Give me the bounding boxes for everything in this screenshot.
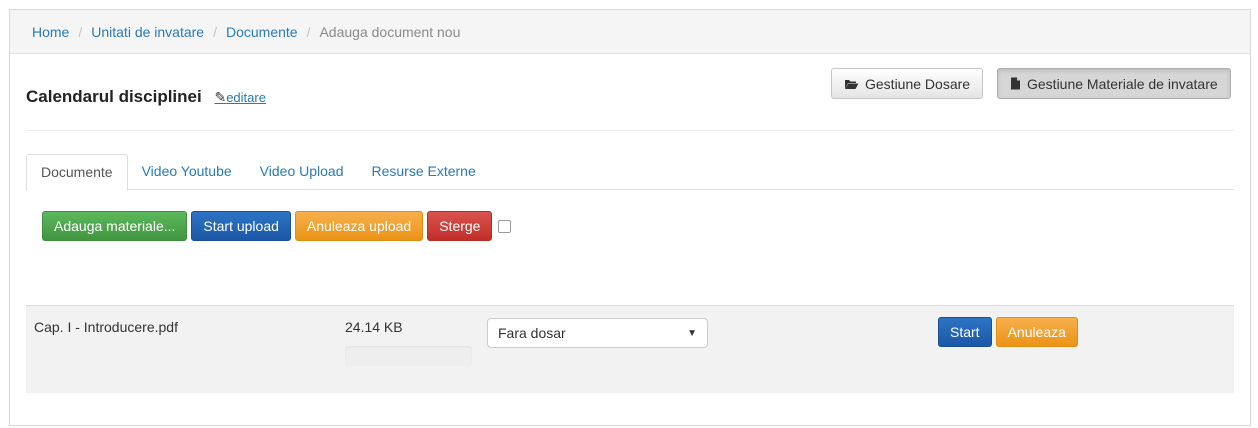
- delete-button[interactable]: Sterge: [427, 211, 493, 241]
- breadcrumb-current: Adauga document nou: [319, 23, 461, 40]
- tab-bar: Documente Video Youtube Video Upload Res…: [26, 154, 1234, 191]
- breadcrumb: Home / Unitati de invatare / Documente /…: [10, 10, 1250, 54]
- tab-video-upload[interactable]: Video Upload: [246, 154, 358, 190]
- divider: [26, 130, 1234, 131]
- pencil-square-icon: ✎: [214, 89, 227, 105]
- folder-select[interactable]: Fara dosar ▼: [487, 318, 708, 348]
- page-title: Calendarul disciplinei ✎editare: [26, 87, 266, 107]
- page-title-text: Calendarul disciplinei: [26, 87, 202, 106]
- breadcrumb-separator: /: [213, 23, 217, 40]
- gestiune-materiale-label: Gestiune Materiale de invatare: [1027, 75, 1218, 92]
- select-all-checkbox[interactable]: [498, 219, 512, 233]
- edit-link-label: editare: [226, 90, 266, 105]
- upload-toolbar: Adauga materiale... Start upload Anuleaz…: [42, 211, 512, 241]
- tab-resurse-externe[interactable]: Resurse Externe: [357, 154, 489, 190]
- tab-documente[interactable]: Documente: [26, 154, 128, 191]
- gestiune-materiale-button[interactable]: Gestiune Materiale de invatare: [997, 68, 1231, 99]
- tab-video-youtube[interactable]: Video Youtube: [128, 154, 246, 190]
- breadcrumb-separator: /: [78, 23, 83, 40]
- main-panel: Home / Unitati de invatare / Documente /…: [9, 9, 1251, 426]
- folder-open-icon: [845, 79, 859, 89]
- edit-link[interactable]: ✎editare: [214, 89, 266, 105]
- file-start-button[interactable]: Start: [938, 317, 992, 347]
- start-upload-button[interactable]: Start upload: [191, 211, 291, 241]
- file-row-actions: Start Anuleaza: [938, 317, 1078, 347]
- breadcrumb-separator: /: [306, 23, 311, 40]
- file-row: Cap. I - Introducere.pdf 24.14 KB Fara d…: [26, 305, 1234, 393]
- gestiune-dosare-button[interactable]: Gestiune Dosare: [831, 68, 984, 99]
- cancel-upload-button[interactable]: Anuleaza upload: [294, 211, 424, 241]
- page-header: Calendarul disciplinei ✎editare Gestiune…: [10, 54, 1250, 130]
- upload-progress: [345, 346, 472, 366]
- folder-select-value: Fara dosar: [498, 325, 566, 341]
- breadcrumb-unitati[interactable]: Unitati de invatare: [91, 24, 204, 40]
- file-size: 24.14 KB: [345, 319, 403, 335]
- breadcrumb-home[interactable]: Home: [32, 24, 69, 40]
- file-cancel-button[interactable]: Anuleaza: [995, 317, 1078, 347]
- gestiune-dosare-label: Gestiune Dosare: [865, 75, 971, 92]
- breadcrumb-documente[interactable]: Documente: [226, 24, 298, 40]
- file-icon: [1011, 77, 1020, 90]
- add-materials-button[interactable]: Adauga materiale...: [42, 211, 188, 241]
- file-name: Cap. I - Introducere.pdf: [34, 319, 178, 335]
- chevron-down-icon: ▼: [687, 327, 697, 339]
